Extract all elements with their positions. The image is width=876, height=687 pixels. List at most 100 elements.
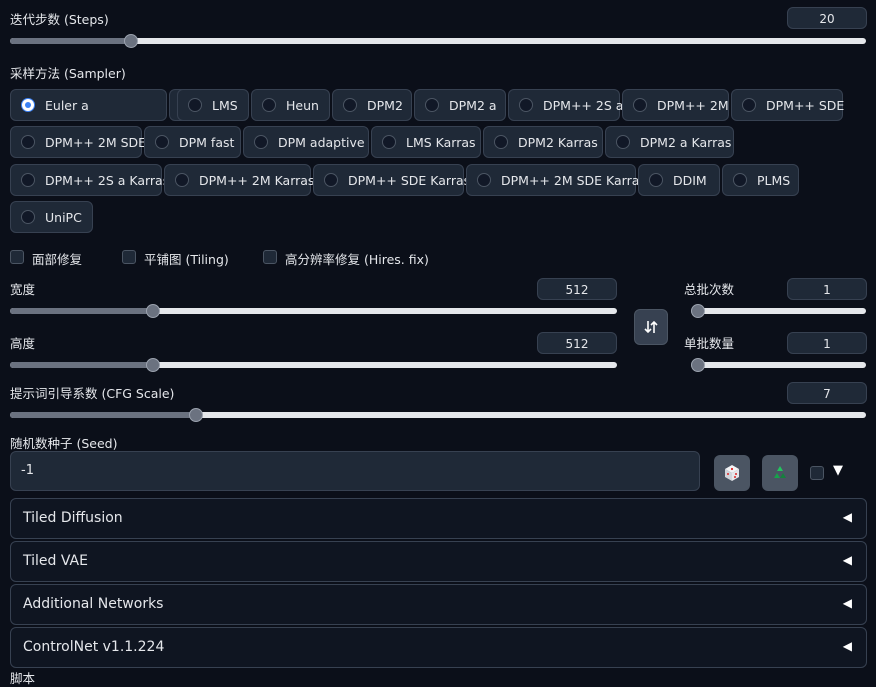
cfg-number-input[interactable]: 7 [787, 382, 867, 404]
radio-circle-icon [21, 210, 35, 224]
sampler-option[interactable]: DPM2 [332, 89, 412, 121]
radio-circle-icon [175, 173, 189, 187]
sampler-option[interactable]: DPM fast [144, 126, 241, 158]
sampler-option-label: DPM++ 2M SDE Karras [501, 172, 646, 188]
sampler-option-label: DPM2 a [449, 97, 497, 113]
slider-fill [10, 38, 131, 44]
slider-thumb[interactable] [188, 408, 203, 422]
dice-icon [725, 465, 739, 481]
height-number-input[interactable]: 512 [537, 332, 617, 354]
radio-circle-icon [425, 98, 439, 112]
width-label: 宽度 [10, 282, 36, 297]
sampler-option-label: DDIM [673, 172, 707, 188]
sampler-option-label: DPM2 [367, 97, 403, 113]
sampler-option[interactable]: LMS [177, 89, 249, 121]
batch-count-label: 总批次数 [684, 282, 735, 297]
sampler-option-label: DPM++ 2S a [543, 97, 624, 113]
sampler-option-label: DPM++ SDE [766, 97, 845, 113]
reuse-seed-button[interactable] [762, 455, 798, 491]
sampler-option[interactable]: DPM++ 2M SDE Karras [466, 164, 646, 196]
radio-circle-icon [494, 135, 508, 149]
sampler-option[interactable]: Heun [251, 89, 330, 121]
sampler-option[interactable]: DPM2 Karras [483, 126, 603, 158]
sampler-option-label: DPM++ SDE Karras [348, 172, 471, 188]
sampler-option[interactable]: LMS Karras [371, 126, 481, 158]
slider-track [10, 38, 866, 44]
radio-circle-icon [633, 98, 647, 112]
sampler-option-label: LMS Karras [406, 134, 476, 150]
radio-circle-icon [254, 135, 268, 149]
face-restore-checkbox[interactable] [10, 250, 24, 264]
collapse-arrow-icon: ◀ [842, 510, 852, 524]
seed-input[interactable]: -1 [10, 451, 700, 491]
steps-slider[interactable] [10, 32, 866, 50]
sampler-option[interactable]: DPM++ 2M [622, 89, 729, 121]
sampler-option[interactable]: DPM++ 2M SDE [10, 126, 146, 158]
slider-thumb[interactable] [146, 358, 161, 372]
width-number-input[interactable]: 512 [537, 278, 617, 300]
batch-size-label: 单批数量 [684, 336, 735, 351]
accordion-additional-networks[interactable]: Additional Networks ◀ [10, 584, 867, 625]
batch-size-slider[interactable] [691, 356, 866, 374]
swap-dimensions-button[interactable] [634, 309, 668, 345]
sampler-option[interactable]: Euler a [10, 89, 167, 121]
sampler-option[interactable]: DPM++ 2S a Karras [10, 164, 169, 196]
accordion-title: ControlNet v1.1.224 [23, 639, 165, 655]
accordion-tiled-vae[interactable]: Tiled VAE ◀ [10, 541, 867, 582]
sampler-option[interactable]: DPM2 a Karras [605, 126, 734, 158]
seed-label: 随机数种子 (Seed) [10, 436, 118, 451]
sampler-option[interactable]: PLMS [722, 164, 799, 196]
sampler-option-label: DPM2 Karras [518, 134, 598, 150]
sampler-option[interactable]: DPM++ 2S a [508, 89, 624, 121]
height-slider[interactable] [10, 356, 617, 374]
sampler-option[interactable]: DPM++ 2M Karras [164, 164, 314, 196]
slider-thumb[interactable] [691, 304, 705, 318]
slider-thumb[interactable] [123, 34, 138, 48]
radio-circle-icon [21, 173, 35, 187]
radio-circle-icon [21, 98, 35, 112]
sampler-option-label: Heun [286, 97, 319, 113]
batch-size-number-input[interactable]: 1 [787, 332, 867, 354]
sampler-option[interactable]: DPM adaptive [243, 126, 369, 158]
radio-circle-icon [477, 173, 491, 187]
steps-number-input[interactable]: 20 [787, 7, 867, 29]
extra-seed-checkbox[interactable] [810, 466, 824, 480]
radio-circle-icon [324, 173, 338, 187]
accordion-tiled-diffusion[interactable]: Tiled Diffusion ◀ [10, 498, 867, 539]
recycle-icon [774, 466, 786, 478]
random-seed-button[interactable] [714, 455, 750, 491]
radio-circle-icon [262, 98, 276, 112]
slider-fill [10, 308, 154, 314]
batch-count-number-input[interactable]: 1 [787, 278, 867, 300]
sampler-option-label: PLMS [757, 172, 791, 188]
sampler-option[interactable]: DPM++ SDE Karras [313, 164, 470, 196]
width-slider[interactable] [10, 302, 617, 320]
radio-circle-icon [649, 173, 663, 187]
hires-fix-checkbox[interactable] [263, 250, 277, 264]
sampler-option[interactable]: DDIM [638, 164, 720, 196]
steps-label: 迭代步数 (Steps) [10, 12, 109, 27]
sampler-option-label: DPM++ 2M [657, 97, 729, 113]
sampler-option-label: DPM++ 2S a Karras [45, 172, 170, 188]
tiling-checkbox[interactable] [122, 250, 136, 264]
face-restore-label: 面部修复 [32, 252, 83, 267]
collapse-arrow-icon: ◀ [842, 553, 852, 567]
extra-seed-toggle-icon[interactable]: ▼ [833, 463, 843, 478]
slider-thumb[interactable] [146, 304, 161, 318]
batch-count-slider[interactable] [691, 302, 866, 320]
slider-thumb[interactable] [691, 358, 705, 372]
swap-vertical-icon [644, 320, 658, 334]
sampler-option-label: DPM2 a Karras [640, 134, 732, 150]
sampler-option-label: DPM fast [179, 134, 235, 150]
height-label: 高度 [10, 336, 36, 351]
radio-circle-icon [188, 98, 202, 112]
radio-circle-icon [343, 98, 357, 112]
accordion-controlnet[interactable]: ControlNet v1.1.224 ◀ [10, 627, 867, 668]
sampler-option[interactable]: DPM++ SDE [731, 89, 845, 121]
cfg-slider[interactable] [10, 406, 866, 424]
cfg-label: 提示词引导系数 (CFG Scale) [10, 386, 175, 401]
sampler-option-label: Euler a [45, 97, 89, 113]
sampler-option[interactable]: DPM2 a [414, 89, 506, 121]
slider-track [691, 308, 866, 314]
sampler-option[interactable]: UniPC [10, 201, 93, 233]
